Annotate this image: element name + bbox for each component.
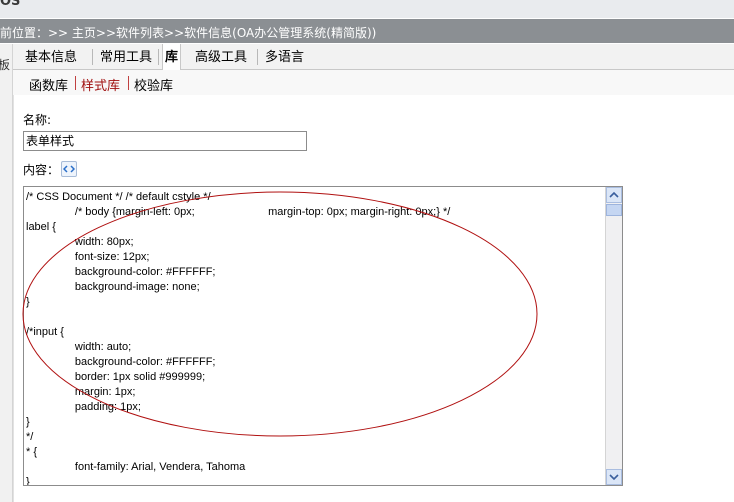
annotation-ellipse	[22, 191, 538, 437]
